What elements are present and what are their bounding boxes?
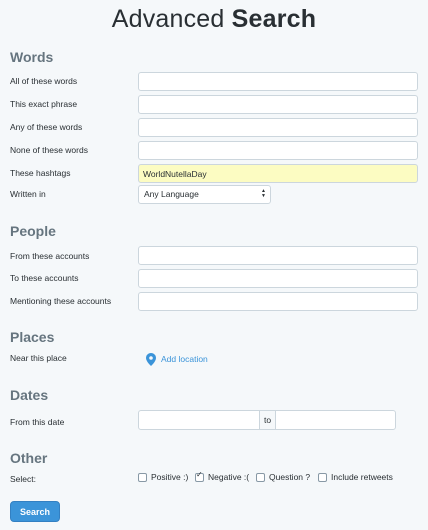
to-date-input[interactable] (275, 410, 396, 430)
any-words-label: Any of these words (10, 122, 83, 132)
positive-checkbox-label: Positive :) (151, 472, 189, 482)
none-words-label: None of these words (10, 145, 88, 155)
add-location-link[interactable]: Add location (146, 352, 208, 366)
to-accounts-input[interactable] (138, 269, 418, 288)
checkbox-box (318, 472, 327, 482)
language-label: Written in (10, 189, 46, 199)
page-title-light: Advanced (111, 5, 232, 33)
checkbox-box (138, 472, 147, 482)
date-to-separator: to (259, 410, 276, 430)
all-words-input[interactable] (138, 72, 418, 91)
exact-phrase-label: This exact phrase (10, 99, 78, 109)
any-words-input[interactable] (138, 118, 418, 137)
checkbox-box: ✓ (195, 469, 204, 482)
from-accounts-label: From these accounts (10, 251, 90, 261)
include-retweets-checkbox[interactable]: Include retweets (318, 471, 393, 483)
section-heading-words: Words (10, 49, 54, 65)
negative-checkbox-label: Negative :( (208, 472, 250, 482)
checkmark-icon: ✓ (196, 469, 203, 479)
include-retweets-checkbox-label: Include retweets (331, 472, 393, 482)
negative-checkbox[interactable]: ✓ Negative :( (195, 469, 250, 483)
section-heading-places: Places (10, 329, 55, 345)
add-location-label: Add location (161, 354, 208, 364)
all-words-label: All of these words (10, 76, 78, 86)
search-button[interactable]: Search (10, 501, 60, 522)
hashtags-label: These hashtags (10, 168, 71, 178)
language-select[interactable]: Any Language ▲ ▼ (138, 185, 271, 204)
mentioning-accounts-label: Mentioning these accounts (10, 296, 112, 306)
language-select-value: Any Language (144, 189, 199, 199)
from-accounts-input[interactable] (138, 246, 418, 265)
exact-phrase-input[interactable] (138, 95, 418, 114)
from-date-label: From this date (10, 417, 65, 427)
none-words-input[interactable] (138, 141, 418, 160)
hashtags-input[interactable] (138, 164, 418, 183)
section-heading-people: People (10, 223, 56, 239)
near-place-label: Near this place (10, 353, 67, 363)
page-title-bold: Search (231, 5, 317, 33)
to-accounts-label: To these accounts (10, 273, 79, 283)
page-title: Advanced Search (0, 5, 428, 34)
question-checkbox-label: Question ? (269, 472, 311, 482)
positive-checkbox[interactable]: Positive :) (138, 471, 188, 483)
section-heading-dates: Dates (10, 387, 49, 403)
select-label: Select: (10, 474, 36, 484)
mentioning-accounts-input[interactable] (138, 292, 418, 311)
checkbox-box (256, 472, 265, 482)
question-checkbox[interactable]: Question ? (256, 471, 310, 483)
location-pin-icon (146, 352, 156, 366)
section-heading-other: Other (10, 450, 48, 466)
from-date-input[interactable] (138, 410, 260, 430)
select-arrows-icon: ▲ ▼ (261, 188, 266, 199)
